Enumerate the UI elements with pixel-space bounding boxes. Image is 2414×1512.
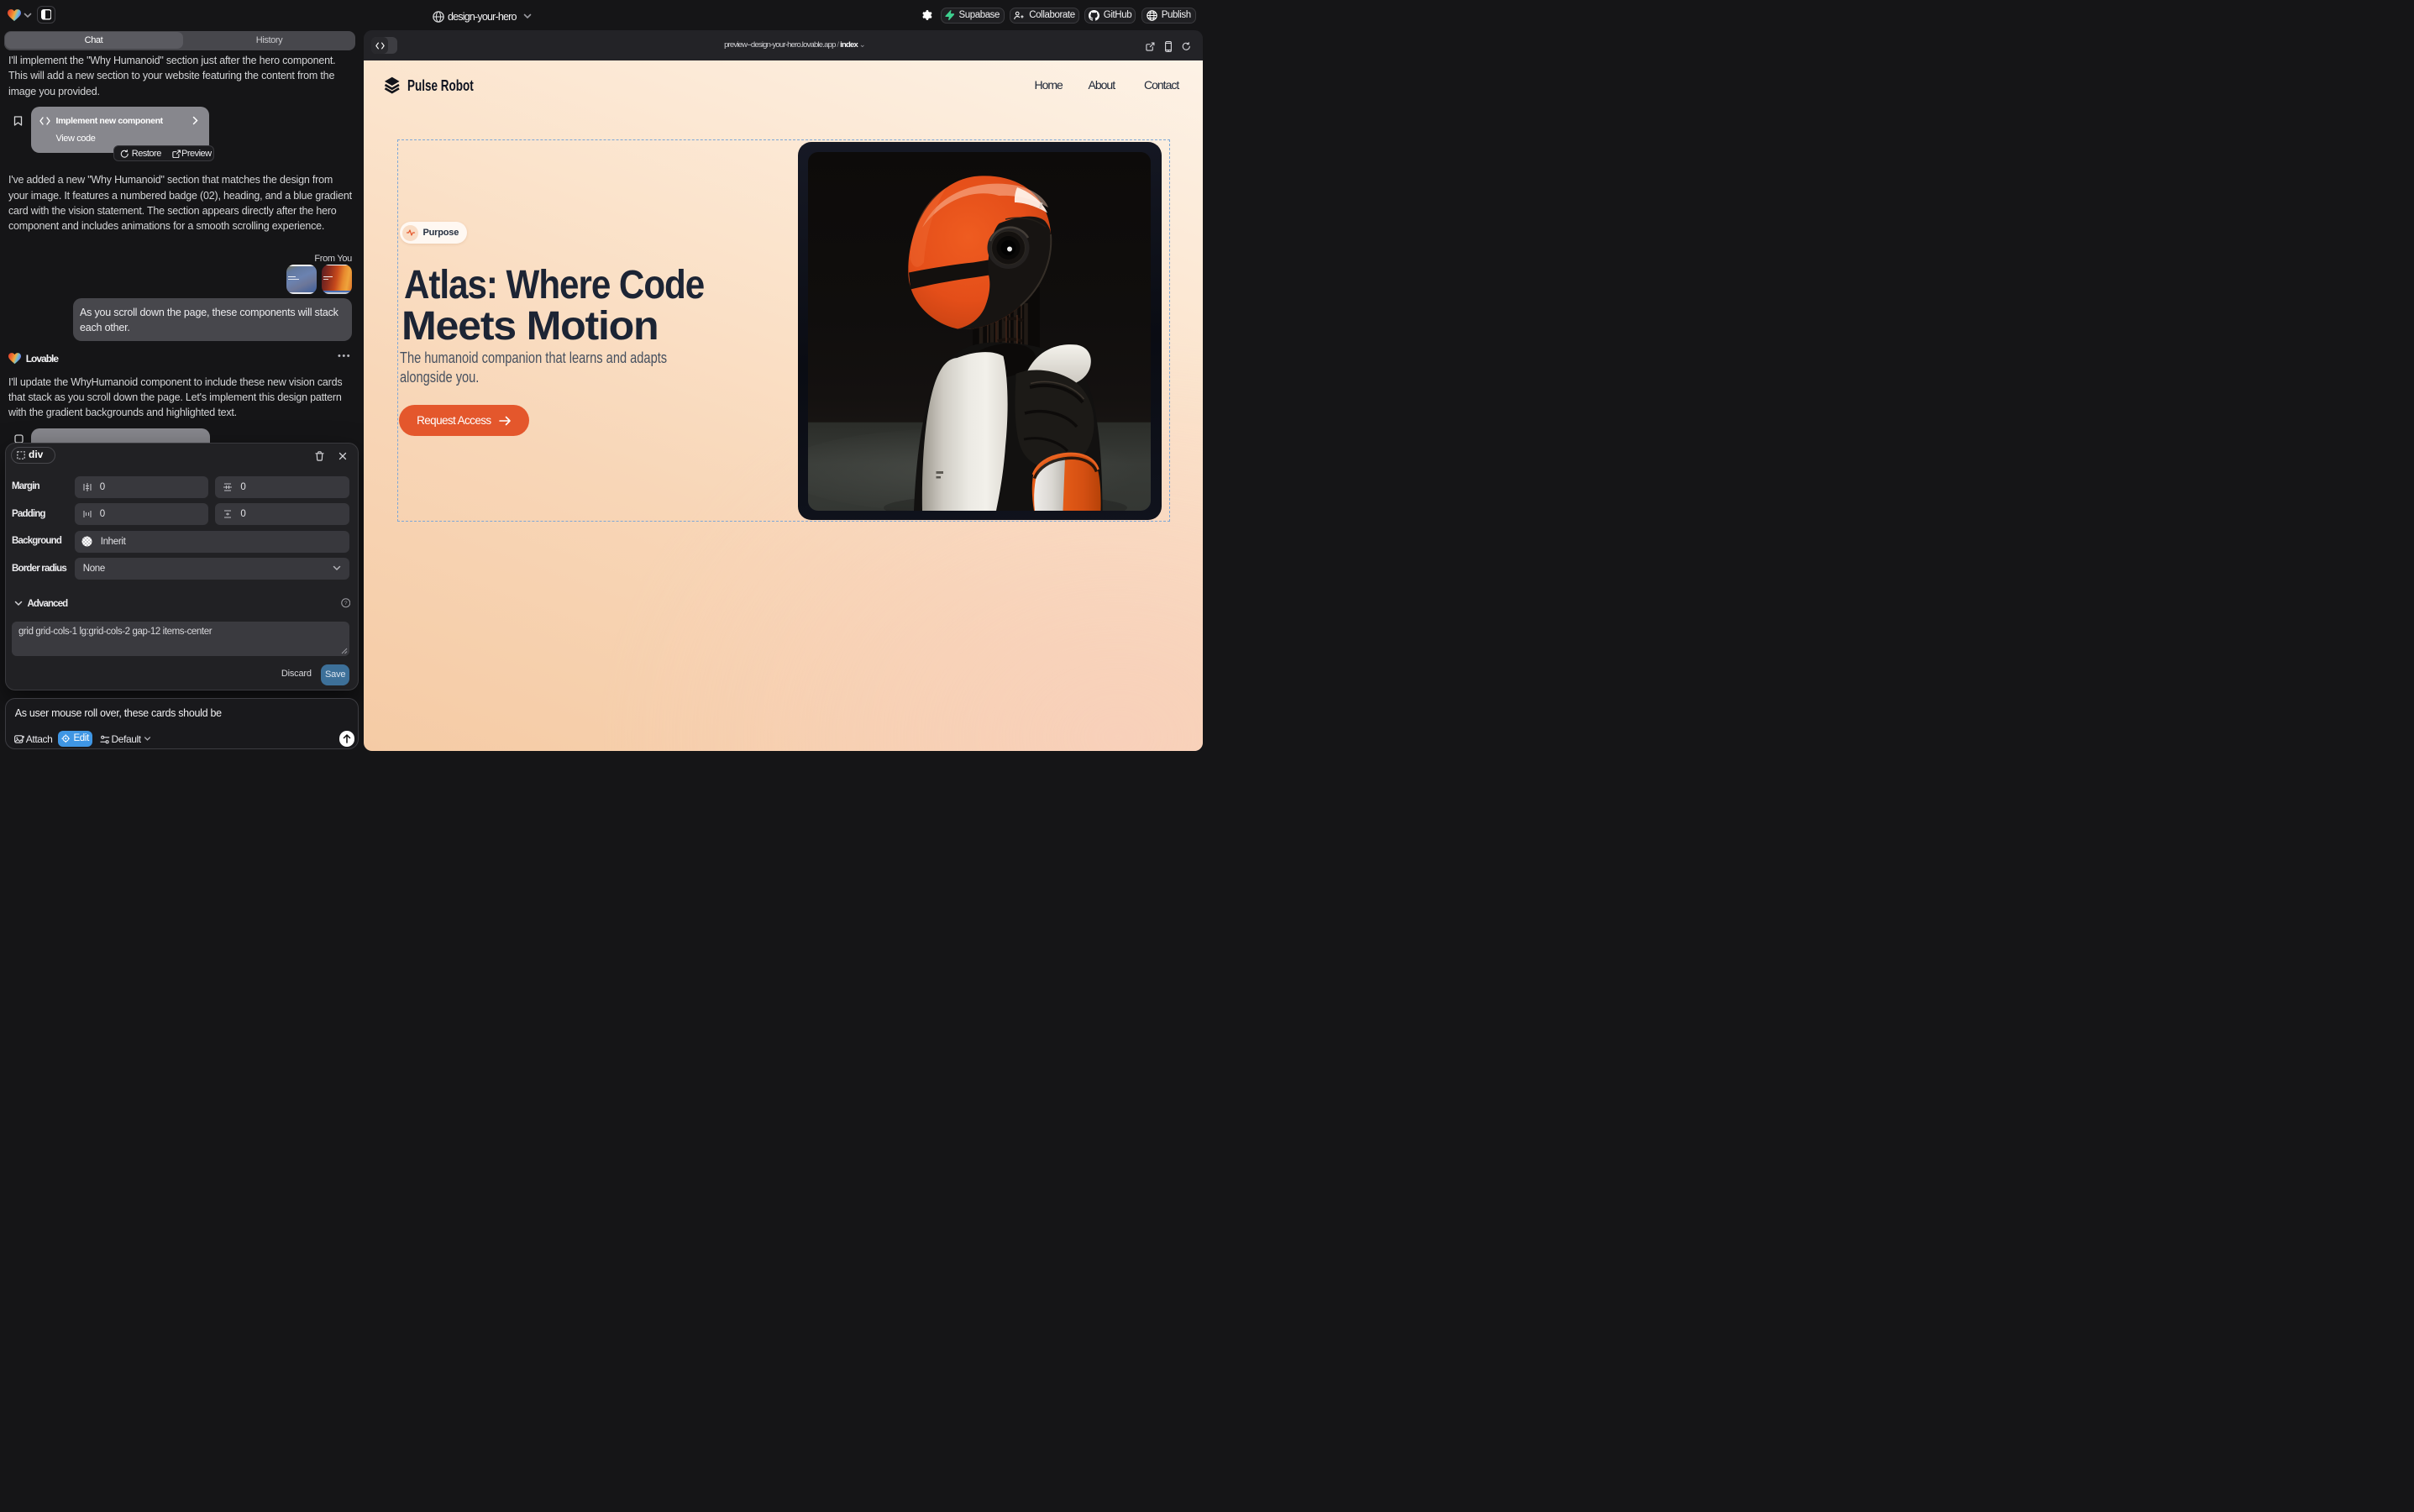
svg-text:?: ?	[344, 601, 347, 606]
